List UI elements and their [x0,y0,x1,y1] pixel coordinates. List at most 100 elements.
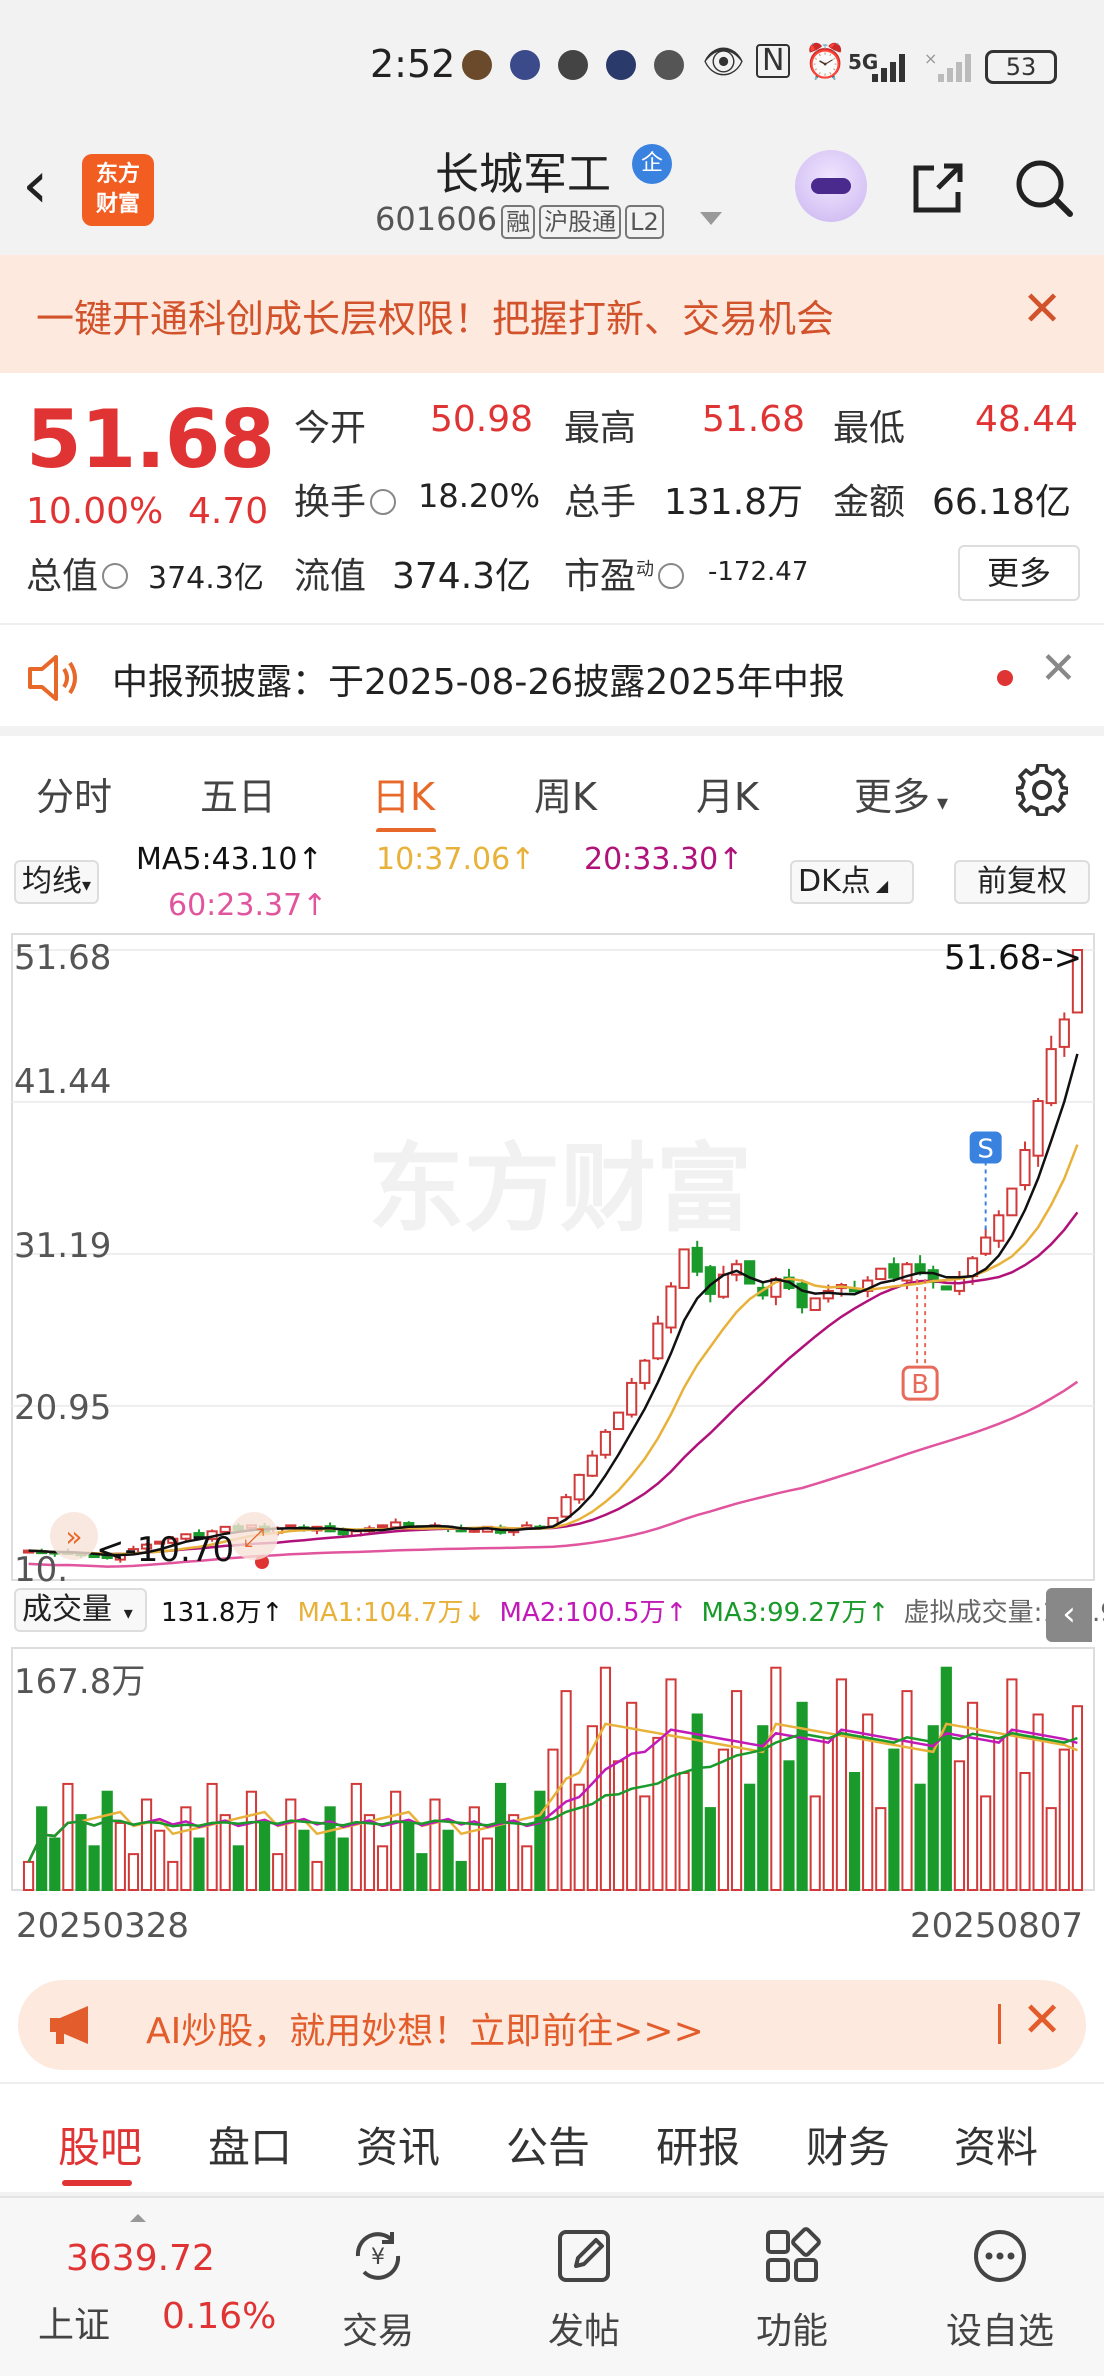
more-button[interactable]: 更多 [958,545,1080,601]
volume-bar [809,1795,821,1891]
tab-profile[interactable]: 资料 [954,2114,1038,2175]
close-icon[interactable]: ✕ [1040,647,1077,691]
volume-bar [416,1853,428,1891]
info-icon[interactable] [102,563,129,589]
more-dots-icon [974,2230,1026,2282]
volume-bar [154,1829,166,1891]
sell-signal-label: S [977,1135,994,1165]
candle [980,1236,992,1255]
y-tick-max: 51.68 [14,938,112,978]
ai-assistant-avatar[interactable] [795,150,867,222]
volume-bar [272,1853,284,1891]
tab-finance[interactable]: 财务 [806,2114,890,2175]
ai-promo-text[interactable]: AI炒股，就用妙想！立即前往>>> [146,2002,704,2054]
volume-bar [639,1795,651,1891]
double-chevron-glyph: » [65,1520,82,1553]
tab-guba[interactable]: 股吧 [58,2114,142,2175]
back-button[interactable]: ‹ [22,152,48,218]
adjust-button[interactable]: 前复权 [954,860,1090,904]
gear-icon[interactable] [1016,764,1068,816]
change-amount: 4.70 [188,491,269,532]
volume-bar [783,1760,795,1891]
amount-value: 66.18亿 [932,482,1072,523]
market-cap-label-text: 总值 [26,556,99,597]
volume-bar [88,1845,100,1892]
float-cap-value: 374.3亿 [392,556,532,597]
chevron-down-icon: ▾ [82,875,92,896]
chevron-down-icon[interactable] [700,212,722,225]
info-icon[interactable] [658,563,685,589]
candle [1006,1187,1018,1217]
signal-icon-2: × [924,50,971,82]
turnover-label[interactable]: 换手 [294,473,400,525]
market-cap-label[interactable]: 总值 [26,547,132,599]
volume-bar [376,1845,389,1892]
volume-bar [770,1666,782,1892]
open-label: 今开 [294,408,367,449]
stock-code-row[interactable]: 601606 融沪股通 L2 [375,200,664,239]
tab-monthly-k[interactable]: 月K [696,766,759,821]
volume-bar [521,1845,533,1892]
ma-dropdown[interactable]: 均线▾ [14,860,100,904]
volume-bar [652,1736,664,1892]
enterprise-badge: 企 [632,144,672,184]
info-icon[interactable] [370,489,397,515]
close-icon[interactable]: ✕ [1022,1996,1062,2044]
notice-text[interactable]: 中报预披露：于2025-08-26披露2025年中报 [112,653,845,705]
nav-watchlist[interactable]: 设自选 [920,2198,1080,2376]
share-icon[interactable] [908,158,968,218]
notice-bar[interactable]: 中报预披露：于2025-08-26披露2025年中报 ✕ [0,623,1104,726]
index-value: 3639.72 [66,2238,215,2279]
tab-research[interactable]: 研报 [656,2114,740,2175]
collapse-panel-button[interactable]: ‹ [1046,1588,1092,1642]
volume-bar [1071,1705,1084,1891]
nav-functions[interactable]: 功能 [712,2198,872,2376]
candle [612,1411,625,1431]
tab-weekly-k[interactable]: 周K [534,766,597,821]
stock-code: 601606 [375,200,498,238]
quote-panel: 51.68 10.00% 4.70 今开 50.98 最高 51.68 最低 4… [0,373,1104,623]
market-cap-value: 374.3亿 [148,561,264,596]
dk-point-button[interactable]: DK点 ◢ [790,860,914,904]
watermark: 东方财富 [368,1136,752,1243]
search-icon[interactable] [1012,156,1076,220]
app-notification-icon [558,50,588,80]
promo-text[interactable]: 一键开通科创成长层权限！把握打新、交易机会 [36,288,834,343]
nav-post[interactable]: 发帖 [504,2198,664,2376]
y-tick: 20.95 [14,1388,112,1428]
volume-bar [258,1821,271,1891]
stock-name[interactable]: 长城军工 [435,138,611,202]
volume-bar [599,1666,612,1892]
tag-hk-connect: 沪股通 [539,205,622,239]
volume-bar [442,1829,454,1891]
eastmoney-logo[interactable]: 东方 财富 [82,154,154,226]
promo-banner[interactable]: 一键开通科创成长层权限！把握打新、交易机会 ✕ [0,255,1104,373]
ai-promo-bar[interactable]: AI炒股，就用妙想！立即前往>>> ✕ [18,1980,1086,2070]
tab-pankou[interactable]: 盘口 [208,2114,292,2175]
buy-signal-label: B [911,1370,929,1400]
pe-value: -172.47 [708,557,809,587]
low-value: 48.44 [975,399,1079,440]
volume-bar [219,1814,231,1891]
volume-chart[interactable] [0,1646,1104,1894]
tab-announcements[interactable]: 公告 [506,2114,590,2175]
nav-post-label: 发帖 [547,2311,620,2352]
volume-dropdown[interactable]: 成交量 ▾ [14,1588,147,1632]
volume-value: 131.8万 [664,482,804,523]
tag-margin: 融 [501,205,536,239]
volume-bar [206,1782,218,1891]
pe-label[interactable]: 市盈动 [564,547,688,599]
volume-bar [298,1829,310,1891]
tab-intraday[interactable]: 分时 [36,766,112,821]
tab-more[interactable]: 更多 ▾ [854,766,948,821]
kline-chart[interactable]: 东方财富 S B » ⤢ [0,932,1104,1592]
tab-news[interactable]: 资讯 [356,2114,440,2175]
tab-daily-k[interactable]: 日K [372,766,435,821]
ma10-label: 10:37.06↑ [376,842,536,877]
tab-five-day[interactable]: 五日 [200,766,276,821]
index-ticker[interactable]: 3639.72 上证 0.16% [0,2198,300,2376]
close-icon[interactable]: ✕ [1022,285,1062,333]
nav-trade[interactable]: ¥ 交易 [298,2198,458,2376]
megaphone-icon [50,2006,88,2044]
candle [1045,1048,1057,1105]
